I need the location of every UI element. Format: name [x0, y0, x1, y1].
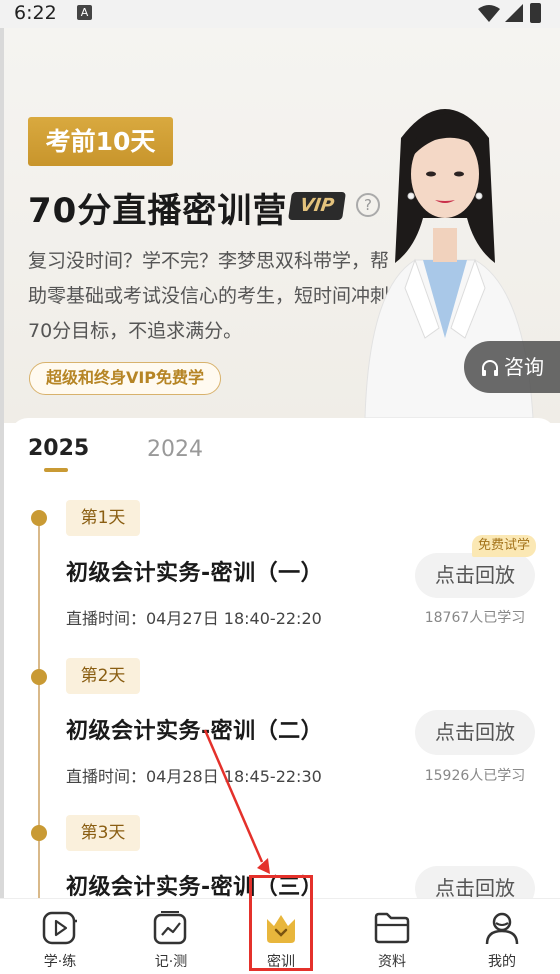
page-title: 70分直播密训营	[28, 191, 288, 231]
live-time: 直播时间：04月28日 18:45-22:30	[66, 767, 322, 786]
status-time: 6:22	[14, 2, 57, 24]
user-icon	[485, 912, 519, 945]
nav-label: 我的	[488, 954, 516, 970]
nav-label: 资料	[378, 954, 406, 970]
timeline-dot	[31, 669, 47, 685]
learner-count: 18767人已学习	[424, 610, 526, 626]
timeline-dot	[31, 825, 47, 841]
free-trial-badge: 免费试学	[472, 535, 537, 557]
course-panel: 2025 2024 第1天 初级会计实务-密训（一） 直播时间：04月27日 1…	[10, 418, 556, 898]
signal-icon	[505, 4, 523, 22]
course-title[interactable]: 初级会计实务-密训（一）	[66, 555, 323, 587]
battery-icon	[530, 3, 541, 23]
day-tag: 第3天	[66, 815, 140, 851]
tab-2025[interactable]: 2025	[28, 436, 89, 461]
vip-free-button[interactable]: 超级和终身VIP免费学	[29, 362, 221, 395]
timeline-dot	[31, 510, 47, 526]
wifi-icon	[478, 5, 500, 22]
replay-button[interactable]: 点击回放	[415, 710, 535, 755]
nav-label: 记·测	[154, 954, 188, 970]
annotation-highlight-box	[249, 875, 313, 971]
consult-button[interactable]: 咨询	[464, 341, 560, 393]
replay-button[interactable]: 点击回放	[415, 553, 535, 598]
vip-icon: VIP	[288, 192, 346, 220]
chart-icon	[153, 911, 187, 945]
headset-icon	[482, 359, 498, 376]
course-title[interactable]: 初级会计实务-密训（二）	[66, 713, 323, 745]
status-bar: 6:22 A	[0, 0, 560, 28]
folder-icon	[374, 912, 410, 944]
play-icon	[42, 911, 77, 945]
hero-description: 复习没时间？学不完？李梦思双科带学，帮助零基础或考试没信心的考生，短时间冲刺70…	[28, 250, 390, 342]
countdown-badge: 考前10天	[28, 117, 173, 166]
tab-indicator	[44, 468, 68, 472]
day-tag: 第2天	[66, 658, 140, 694]
nav-item-materials[interactable]: 资料	[347, 899, 437, 974]
consult-label: 咨询	[504, 355, 544, 379]
replay-button[interactable]: 点击回放	[415, 866, 535, 898]
day-tag: 第1天	[66, 500, 140, 536]
learner-count: 15926人已学习	[424, 768, 526, 784]
nav-label: 学·练	[43, 954, 77, 970]
nav-item-profile[interactable]: 我的	[457, 899, 547, 974]
timeline-line	[38, 518, 40, 898]
live-time: 直播时间：04月27日 18:40-22:20	[66, 609, 322, 628]
notification-icon: A	[77, 5, 92, 20]
nav-item-test[interactable]: 记·测	[126, 899, 216, 974]
nav-item-study[interactable]: 学·练	[15, 899, 105, 974]
tab-2024[interactable]: 2024	[147, 437, 203, 462]
